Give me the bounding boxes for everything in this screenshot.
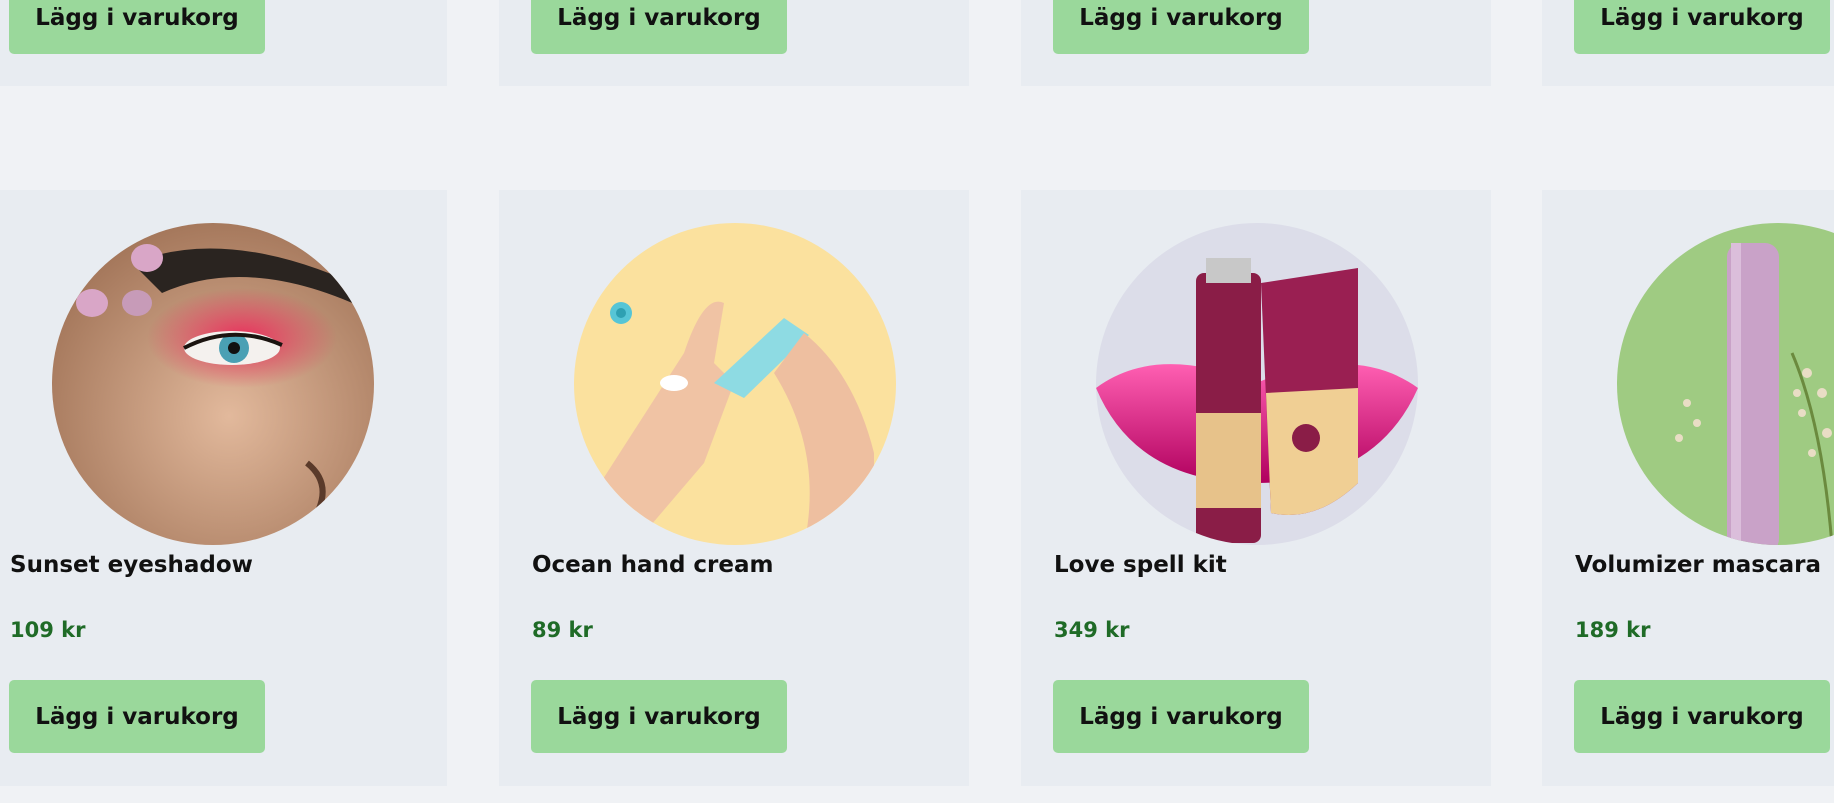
add-to-cart-button[interactable]: Lägg i varukorg — [531, 680, 787, 753]
product-name[interactable]: Volumizer mascara — [1575, 552, 1821, 578]
product-card-top-1: Lägg i varukorg — [0, 0, 447, 86]
product-image-eyeshadow[interactable] — [52, 223, 374, 545]
add-to-cart-button[interactable]: Lägg i varukorg — [1053, 0, 1309, 54]
product-name[interactable]: Ocean hand cream — [532, 552, 774, 578]
add-to-cart-button[interactable]: Lägg i varukorg — [9, 680, 265, 753]
add-to-cart-button[interactable]: Lägg i varukorg — [1574, 680, 1830, 753]
product-price: 349 kr — [1054, 618, 1130, 642]
add-to-cart-button[interactable]: Lägg i varukorg — [1574, 0, 1830, 54]
product-price: 89 kr — [532, 618, 593, 642]
add-to-cart-button[interactable]: Lägg i varukorg — [9, 0, 265, 54]
product-name[interactable]: Sunset eyeshadow — [10, 552, 253, 578]
add-to-cart-button[interactable]: Lägg i varukorg — [1053, 680, 1309, 753]
product-card-top-4: Lägg i varukorg — [1542, 0, 1834, 86]
product-card-top-3: Lägg i varukorg — [1021, 0, 1491, 86]
product-image-love-spell-kit[interactable] — [1096, 223, 1418, 545]
product-price: 109 kr — [10, 618, 86, 642]
product-name[interactable]: Love spell kit — [1054, 552, 1227, 578]
product-image-mascara[interactable] — [1617, 223, 1834, 545]
product-card: Volumizer mascara 189 kr Lägg i varukorg — [1542, 190, 1834, 786]
product-grid: Lägg i varukorg Lägg i varukorg Lägg i v… — [0, 0, 1834, 803]
add-to-cart-button[interactable]: Lägg i varukorg — [531, 0, 787, 54]
product-price: 189 kr — [1575, 618, 1651, 642]
product-card: Love spell kit 349 kr Lägg i varukorg — [1021, 190, 1491, 786]
product-image-hand-cream[interactable] — [574, 223, 896, 545]
product-card: Sunset eyeshadow 109 kr Lägg i varukorg — [0, 190, 447, 786]
product-card: Ocean hand cream 89 kr Lägg i varukorg — [499, 190, 969, 786]
product-card-top-2: Lägg i varukorg — [499, 0, 969, 86]
